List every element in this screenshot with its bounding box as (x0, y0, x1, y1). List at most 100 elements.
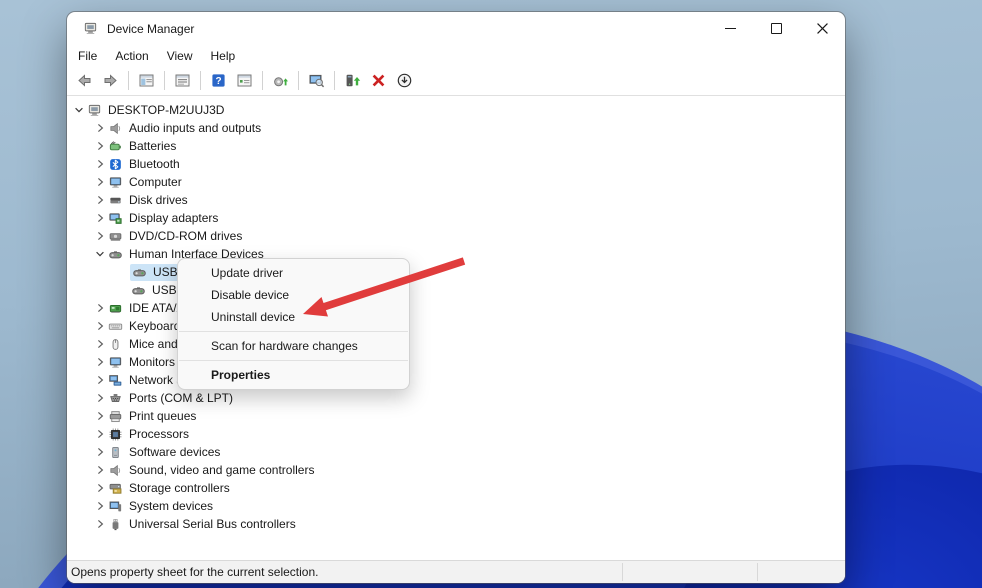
tree-item-label: Display adapters (129, 211, 218, 225)
scan-hardware-changes-icon (308, 72, 325, 89)
device-setup-button[interactable] (268, 69, 293, 93)
usb-controller-icon (107, 517, 123, 532)
tree-item-label: DVD/CD-ROM drives (129, 229, 242, 243)
context-menu-separator (179, 360, 408, 361)
disable-device-button[interactable] (392, 69, 417, 93)
chevron-down-icon[interactable] (93, 248, 107, 260)
ide-controller-icon (107, 301, 123, 316)
tree-item-storage-controllers[interactable]: Storage controllers (67, 479, 845, 497)
chevron-right-icon[interactable] (93, 338, 107, 350)
chevron-right-icon[interactable] (93, 302, 107, 314)
tree-item-batteries[interactable]: Batteries (67, 137, 845, 155)
forward-button[interactable] (98, 69, 123, 93)
chevron-right-icon[interactable] (93, 518, 107, 530)
network-adapter-icon (107, 373, 123, 388)
context-menu-item-uninstall-device[interactable]: Uninstall device (178, 306, 409, 328)
chevron-right-icon[interactable] (93, 410, 107, 422)
processor-icon (107, 427, 123, 442)
menu-view[interactable]: View (158, 47, 202, 65)
update-driver-icon (344, 72, 361, 89)
menu-file[interactable]: File (69, 47, 106, 65)
toolbar-separator (200, 71, 201, 90)
chevron-right-icon[interactable] (93, 428, 107, 440)
toolbar-separator (128, 71, 129, 90)
chevron-right-icon[interactable] (93, 374, 107, 386)
toolbar-separator (262, 71, 263, 90)
chevron-right-icon[interactable] (93, 122, 107, 134)
speaker-icon (107, 463, 123, 478)
uninstall-device-icon (370, 72, 387, 89)
forward-icon (102, 72, 119, 89)
tree-item-label: Software devices (129, 445, 220, 459)
chevron-right-icon[interactable] (93, 500, 107, 512)
chevron-right-icon[interactable] (93, 176, 107, 188)
properties-icon (174, 72, 191, 89)
toolbar-separator (298, 71, 299, 90)
tree-item-label: Disk drives (129, 193, 188, 207)
tree-item-display-adapters[interactable]: Display adapters (67, 209, 845, 227)
chevron-right-icon[interactable] (93, 230, 107, 242)
tree-item-processors[interactable]: Processors (67, 425, 845, 443)
chevron-right-icon[interactable] (93, 212, 107, 224)
chevron-down-icon[interactable] (72, 104, 86, 116)
chevron-spacer (116, 284, 130, 296)
minimize-button[interactable] (707, 12, 753, 45)
maximize-button[interactable] (753, 12, 799, 45)
export-list-icon (236, 72, 253, 89)
tree-item-label: Sound, video and game controllers (129, 463, 314, 477)
chevron-right-icon[interactable] (93, 482, 107, 494)
help-button[interactable]: ? (206, 69, 231, 93)
window-controls (707, 12, 845, 45)
chevron-right-icon[interactable] (93, 464, 107, 476)
hid-icon (131, 265, 147, 280)
printer-icon (107, 409, 123, 424)
context-menu-item-scan-for-hardware-changes[interactable]: Scan for hardware changes (178, 335, 409, 357)
window-title: Device Manager (107, 22, 194, 36)
close-button[interactable] (799, 12, 845, 45)
uninstall-device-button[interactable] (366, 69, 391, 93)
console-tree-button[interactable] (134, 69, 159, 93)
tree-item-label: Bluetooth (129, 157, 180, 171)
tree-item-computer[interactable]: Computer (67, 173, 845, 191)
device-setup-icon (272, 72, 289, 89)
mouse-icon (107, 337, 123, 352)
computer-icon (86, 103, 102, 118)
properties-button[interactable] (170, 69, 195, 93)
tree-item-label: Audio inputs and outputs (129, 121, 261, 135)
console-tree-icon (138, 72, 155, 89)
tree-item-software-devices[interactable]: Software devices (67, 443, 845, 461)
tree-item-sound-video-and-game-controllers[interactable]: Sound, video and game controllers (67, 461, 845, 479)
tree-item-label: Batteries (129, 139, 176, 153)
tree-item-print-queues[interactable]: Print queues (67, 407, 845, 425)
context-menu-item-update-driver[interactable]: Update driver (178, 262, 409, 284)
chevron-right-icon[interactable] (93, 320, 107, 332)
menu-help[interactable]: Help (202, 47, 245, 65)
tree-item-audio-inputs-and-outputs[interactable]: Audio inputs and outputs (67, 119, 845, 137)
update-driver-button[interactable] (340, 69, 365, 93)
chevron-right-icon[interactable] (93, 158, 107, 170)
export-list-button[interactable] (232, 69, 257, 93)
tree-item-bluetooth[interactable]: Bluetooth (67, 155, 845, 173)
chevron-right-icon[interactable] (93, 194, 107, 206)
keyboard-icon (107, 319, 123, 334)
titlebar[interactable]: Device Manager (67, 12, 845, 45)
tree-item-universal-serial-bus-controllers[interactable]: Universal Serial Bus controllers (67, 515, 845, 533)
tree-item-system-devices[interactable]: System devices (67, 497, 845, 515)
tree-item-disk-drives[interactable]: Disk drives (67, 191, 845, 209)
chevron-right-icon[interactable] (93, 356, 107, 368)
menu-action[interactable]: Action (106, 47, 157, 65)
context-menu-item-disable-device[interactable]: Disable device (178, 284, 409, 306)
tree-item-ports-com-lpt[interactable]: Ports (COM & LPT) (67, 389, 845, 407)
tree-item-dvd-cd-rom-drives[interactable]: DVD/CD-ROM drives (67, 227, 845, 245)
chevron-right-icon[interactable] (93, 140, 107, 152)
software-device-icon (107, 445, 123, 460)
chevron-right-icon[interactable] (93, 446, 107, 458)
tree-item-desktop-m2uuj3d[interactable]: DESKTOP-M2UUJ3D (67, 101, 845, 119)
help-icon: ? (210, 72, 227, 89)
tree-item-label: DESKTOP-M2UUJ3D (108, 103, 224, 117)
chevron-right-icon[interactable] (93, 392, 107, 404)
back-button[interactable] (72, 69, 97, 93)
context-menu-item-properties[interactable]: Properties (178, 364, 409, 386)
scan-hardware-changes-button[interactable] (304, 69, 329, 93)
system-device-icon (107, 499, 123, 514)
